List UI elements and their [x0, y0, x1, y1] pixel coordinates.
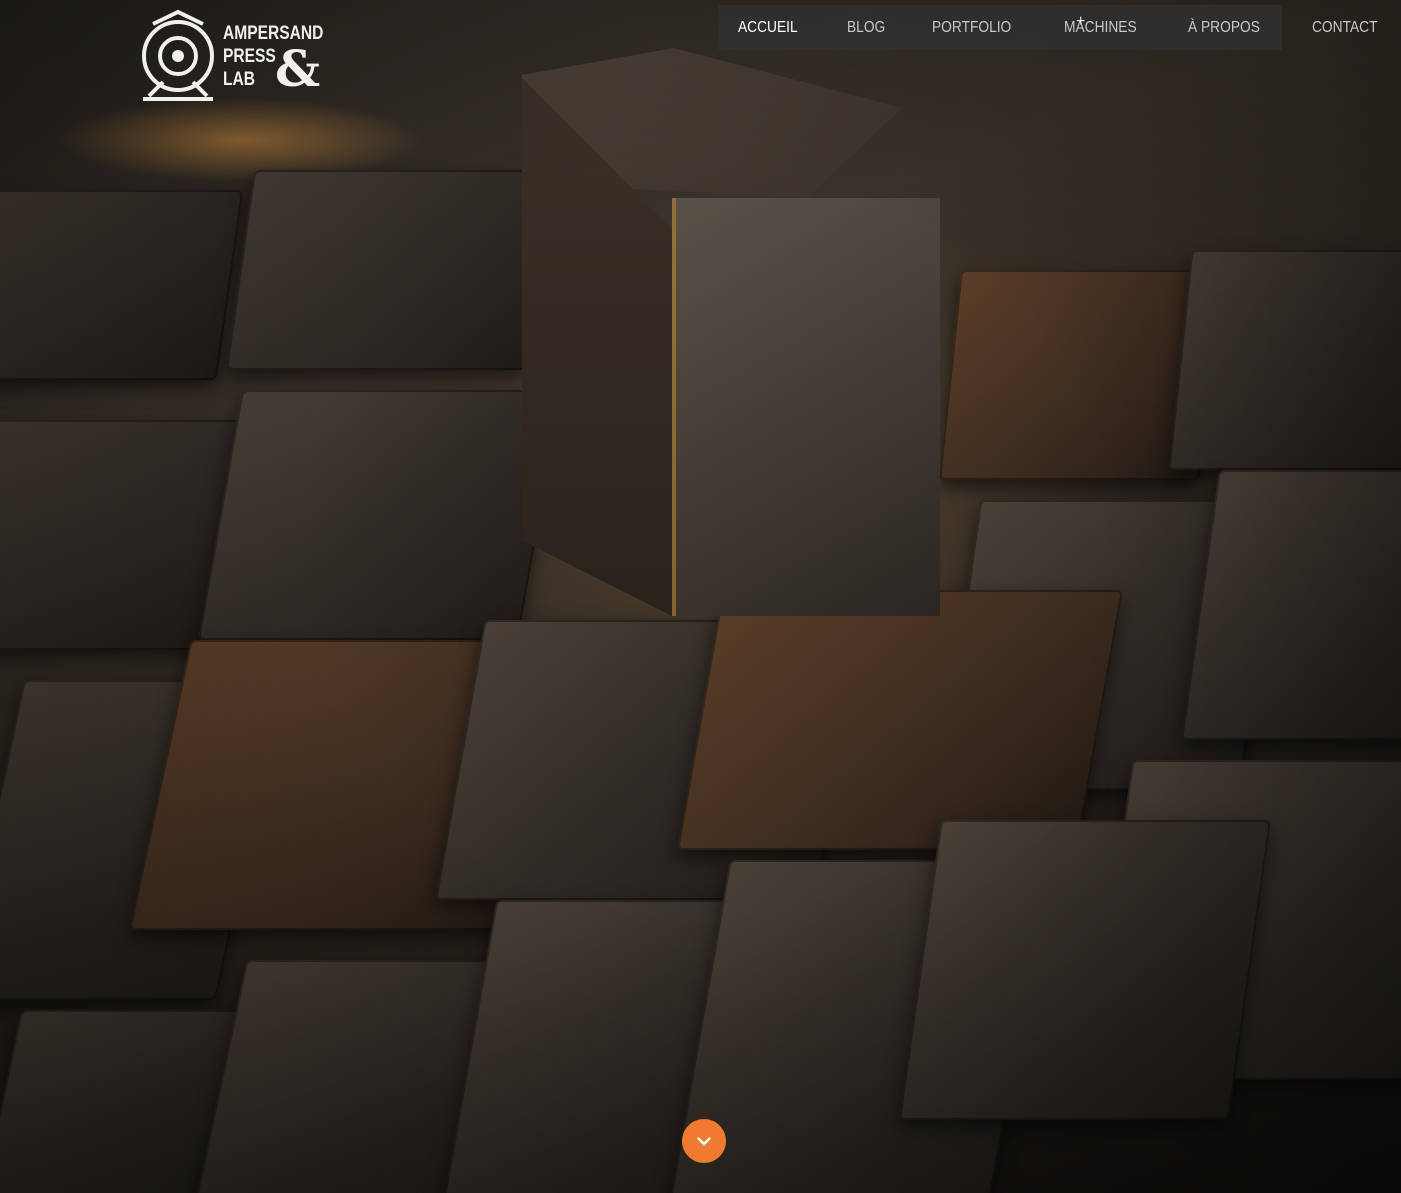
nav-item-contact[interactable]: CONTACT	[1312, 5, 1388, 50]
nav-item-label: À PROPOS	[1188, 18, 1261, 36]
logo-ampersand: &	[275, 39, 321, 98]
site-logo[interactable]: AMPERSAND PRESS LAB &	[133, 4, 333, 106]
submenu-plus-icon[interactable]: +	[1076, 14, 1085, 30]
hero-background-image	[0, 0, 1401, 1193]
nav-item-label: BLOG	[847, 18, 886, 36]
printing-press-icon	[142, 9, 214, 101]
nav-item-label: CONTACT	[1312, 18, 1378, 36]
nav-item-blog[interactable]: BLOG	[847, 5, 891, 50]
nav-item-label: MACHINES	[1064, 18, 1137, 36]
scroll-down-button[interactable]	[682, 1119, 726, 1163]
chevron-down-icon	[697, 1136, 711, 1145]
main-nav: ACCUEIL BLOG PORTFOLIO MACHINES À PROPOS…	[718, 5, 1378, 50]
nav-item-portfolio[interactable]: PORTFOLIO	[932, 5, 1024, 50]
nav-item-label: PORTFOLIO	[931, 18, 1012, 36]
nav-item-label: ACCUEIL	[738, 18, 798, 36]
nav-item-accueil[interactable]: ACCUEIL	[738, 5, 807, 50]
nav-item-a-propos[interactable]: À PROPOS	[1188, 5, 1272, 50]
